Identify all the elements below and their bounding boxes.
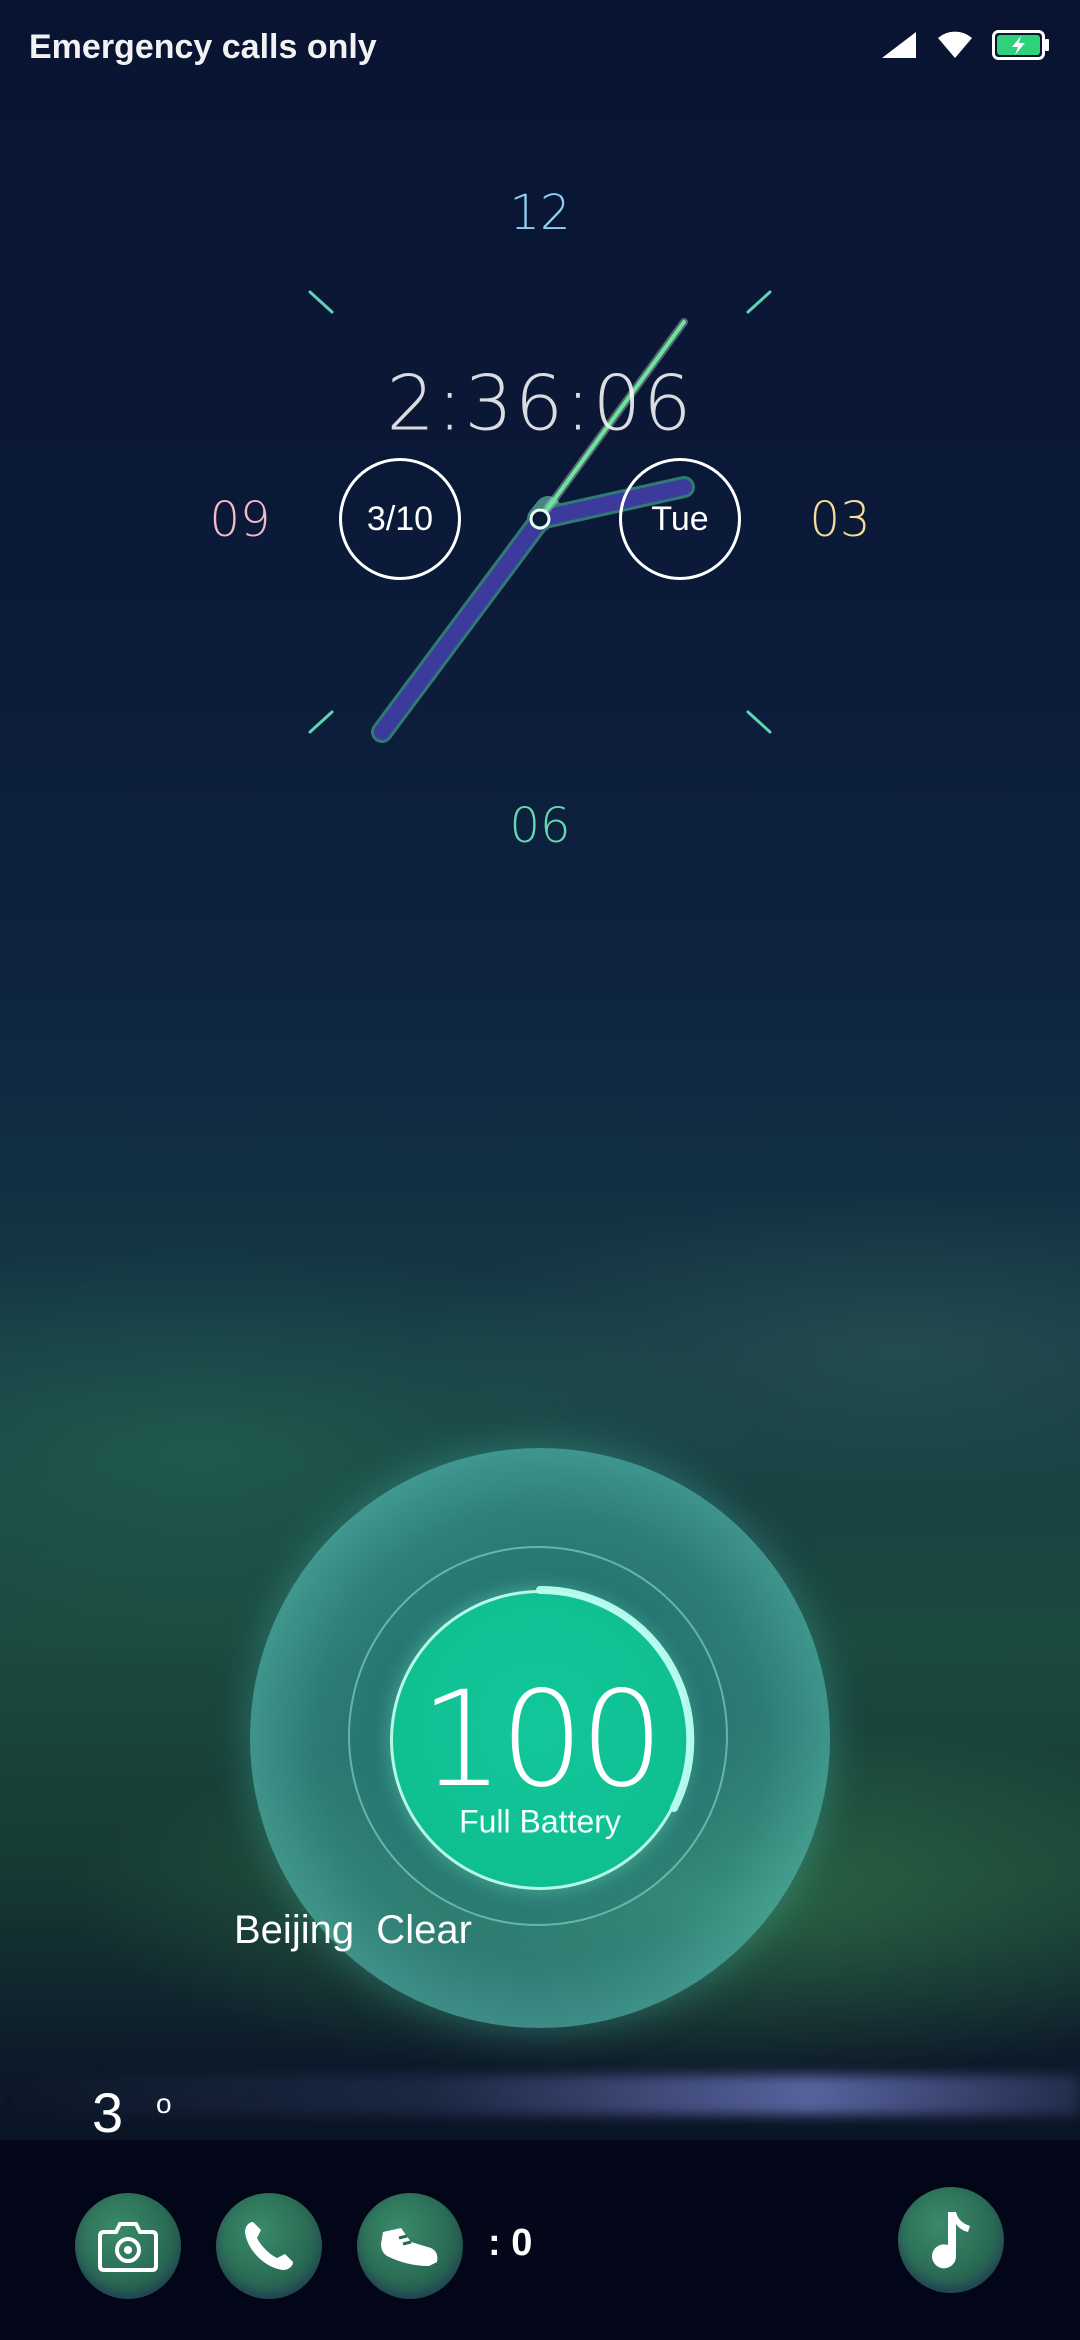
carrier-status-text: Emergency calls only xyxy=(29,28,377,66)
shoe-icon xyxy=(381,2228,438,2266)
camera-shortcut-button[interactable] xyxy=(75,2193,181,2299)
weekday-text: Tue xyxy=(651,499,709,538)
music-shortcut-button[interactable] xyxy=(898,2187,1004,2293)
step-count: : 0 xyxy=(488,2222,533,2264)
status-bar: Emergency calls only xyxy=(0,0,1080,100)
music-note-icon xyxy=(932,2212,970,2269)
hour-label-12: 12 xyxy=(509,185,571,241)
date-text: 3/10 xyxy=(366,499,434,538)
clock-face xyxy=(308,290,772,743)
weekday-badge: Tue xyxy=(619,458,741,580)
cellular-signal-icon xyxy=(880,30,918,65)
degree-symbol: o xyxy=(156,2088,172,2119)
battery-status-label: Full Battery xyxy=(459,1803,621,1840)
hour-label-09: 09 xyxy=(209,492,271,548)
wifi-icon xyxy=(936,30,974,65)
pedometer-shortcut-button[interactable] xyxy=(357,2193,463,2299)
clock-tick-mark xyxy=(746,710,772,734)
phone-icon xyxy=(245,2222,293,2270)
digital-time: 2:36:06 xyxy=(386,358,694,448)
clock-tick-mark xyxy=(308,710,334,734)
camera-icon xyxy=(98,2222,158,2272)
clock-tick-mark xyxy=(308,290,334,314)
battery-charging-icon xyxy=(992,30,1050,65)
status-icons xyxy=(880,30,1050,65)
phone-shortcut-button[interactable] xyxy=(216,2193,322,2299)
clock-pivot xyxy=(529,508,551,530)
hour-label-06: 06 xyxy=(509,798,571,854)
lock-screen: Emergency calls only 12 03 06 09 2:36:06… xyxy=(0,0,1080,2340)
temperature-value: 3 xyxy=(92,2081,124,2144)
date-badge: 3/10 xyxy=(339,458,461,580)
hour-label-03: 03 xyxy=(809,492,871,548)
clock-tick-mark xyxy=(746,290,772,314)
clock-widget: 12 03 06 09 2:36:06 3/10 Tue xyxy=(160,160,920,880)
battery-level-value: 100 xyxy=(420,1663,664,1817)
weather-location-condition: Beijing Clear xyxy=(234,1908,472,1952)
